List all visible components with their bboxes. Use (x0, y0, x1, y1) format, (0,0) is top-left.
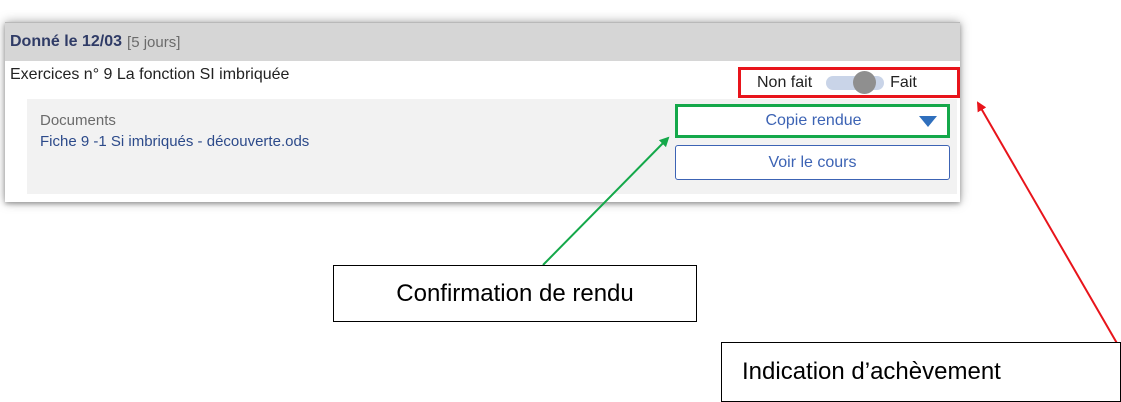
chevron-down-icon (919, 115, 937, 127)
toggle-off-label: Non fait (757, 73, 813, 91)
submission-status-dropdown[interactable]: Copie rendue (675, 104, 950, 138)
document-link[interactable]: Fiche 9 -1 Si imbriqués - découverte.ods (40, 133, 309, 150)
card-header: Donné le 12/03 [5 jours] (5, 22, 960, 61)
submission-callout: Confirmation de rendu (333, 265, 697, 322)
completion-arrow (976, 101, 1119, 346)
completion-callout: Indication d’achèvement (721, 342, 1121, 402)
dropdown-selected-value: Copie rendue (765, 112, 862, 129)
assigned-date: Donné le 12/03 (10, 33, 123, 50)
toggle-knob (853, 70, 877, 94)
view-course-button[interactable]: Voir le cours (675, 145, 950, 180)
duration-badge: [5 jours] (127, 33, 181, 51)
completion-toggle[interactable] (826, 70, 885, 94)
completion-toggle-group: Non fait Fait (738, 67, 960, 98)
exercise-title: Exercices n° 9 La fonction SI imbriquée (10, 66, 290, 83)
documents-heading: Documents (40, 112, 116, 129)
toggle-on-label: Fait (890, 73, 917, 91)
